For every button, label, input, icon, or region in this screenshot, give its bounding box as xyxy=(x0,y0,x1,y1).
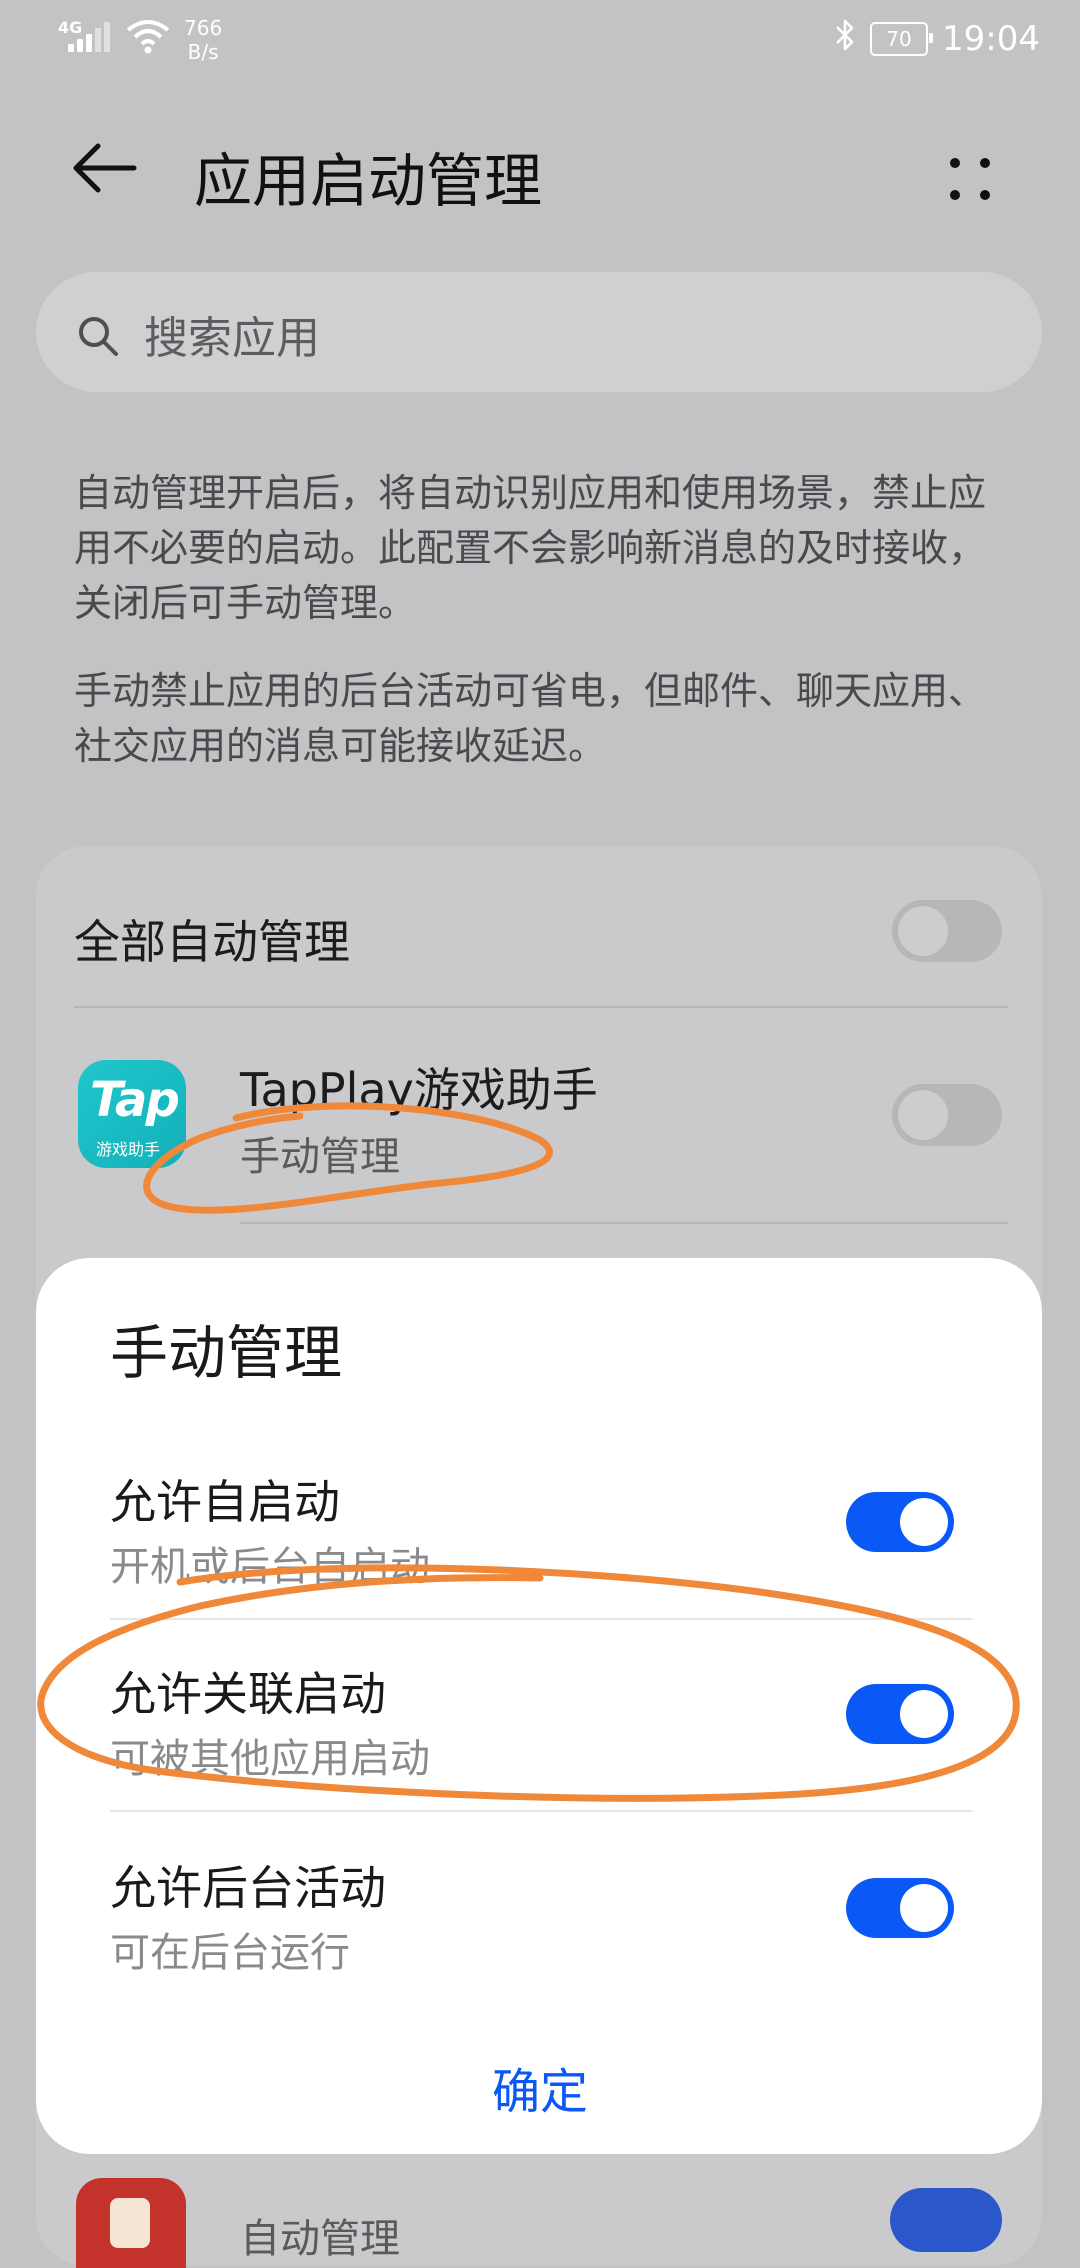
allow-associated-start-label: 允许关联启动 xyxy=(110,1667,386,1721)
all-auto-manage-toggle[interactable] xyxy=(892,900,1002,962)
search-input[interactable]: 搜索应用 xyxy=(36,272,1042,392)
allow-auto-start-label: 允许自启动 xyxy=(110,1475,340,1529)
description-manual: 手动禁止应用的后台活动可省电，但邮件、聊天应用、社交应用的消息可能接收延迟。 xyxy=(74,669,987,768)
divider xyxy=(110,1618,972,1620)
app-icon-subtext: 游戏助手 xyxy=(96,1140,161,1159)
more-icon[interactable] xyxy=(930,138,1010,208)
allow-auto-start-sub: 开机或后台自启动 xyxy=(110,1544,430,1590)
battery-icon: 70 xyxy=(870,22,934,56)
dialog-title: 手动管理 xyxy=(110,1319,343,1387)
allow-associated-start-toggle[interactable] xyxy=(846,1684,954,1744)
allow-associated-start-sub: 可被其他应用启动 xyxy=(110,1736,430,1782)
divider xyxy=(110,1810,972,1812)
app-status: 自动管理 xyxy=(240,2216,400,2262)
divider xyxy=(240,1222,1008,1224)
search-placeholder: 搜索应用 xyxy=(144,313,320,364)
network-speed-unit: B/s xyxy=(187,40,219,64)
app-bar: 应用启动管理 xyxy=(0,120,1080,220)
app-status[interactable]: 手动管理 xyxy=(240,1124,400,1182)
tapplay-app-icon: Tap 游戏助手 xyxy=(78,1060,186,1168)
allow-background-activity-sub: 可在后台运行 xyxy=(110,1930,350,1976)
network-speed: 766 B/s xyxy=(184,16,222,64)
battery-level: 70 xyxy=(886,27,912,51)
network-speed-value: 766 xyxy=(184,16,223,40)
search-icon xyxy=(76,314,120,358)
app-auto-toggle[interactable] xyxy=(890,2188,1002,2252)
bluetooth-icon xyxy=(834,18,856,60)
wifi-icon xyxy=(126,16,170,56)
app-name: TapPlay游戏助手 xyxy=(240,1063,598,1117)
app-icon-text: Tap xyxy=(90,1072,180,1128)
clock: 19:04 xyxy=(942,19,1040,59)
page-title: 应用启动管理 xyxy=(194,147,543,215)
status-bar: 4G 766 B/s 70 19:04 xyxy=(0,0,1080,80)
tapplay-auto-toggle[interactable] xyxy=(892,1084,1002,1146)
network-type: 4G xyxy=(58,18,83,37)
app-icon xyxy=(76,2178,186,2268)
all-auto-manage-label: 全部自动管理 xyxy=(74,915,350,969)
allow-background-activity-toggle[interactable] xyxy=(846,1878,954,1938)
allow-background-activity-label: 允许后台活动 xyxy=(110,1861,386,1915)
signal-icon: 4G xyxy=(58,16,112,56)
confirm-button[interactable]: 确定 xyxy=(0,2052,1080,2122)
allow-auto-start-toggle[interactable] xyxy=(846,1492,954,1552)
back-arrow-icon[interactable] xyxy=(70,138,150,198)
divider xyxy=(74,1006,1008,1008)
description-auto: 自动管理开启后，将自动识别应用和使用场景，禁止应用不必要的启动。此配置不会影响新… xyxy=(74,471,987,625)
